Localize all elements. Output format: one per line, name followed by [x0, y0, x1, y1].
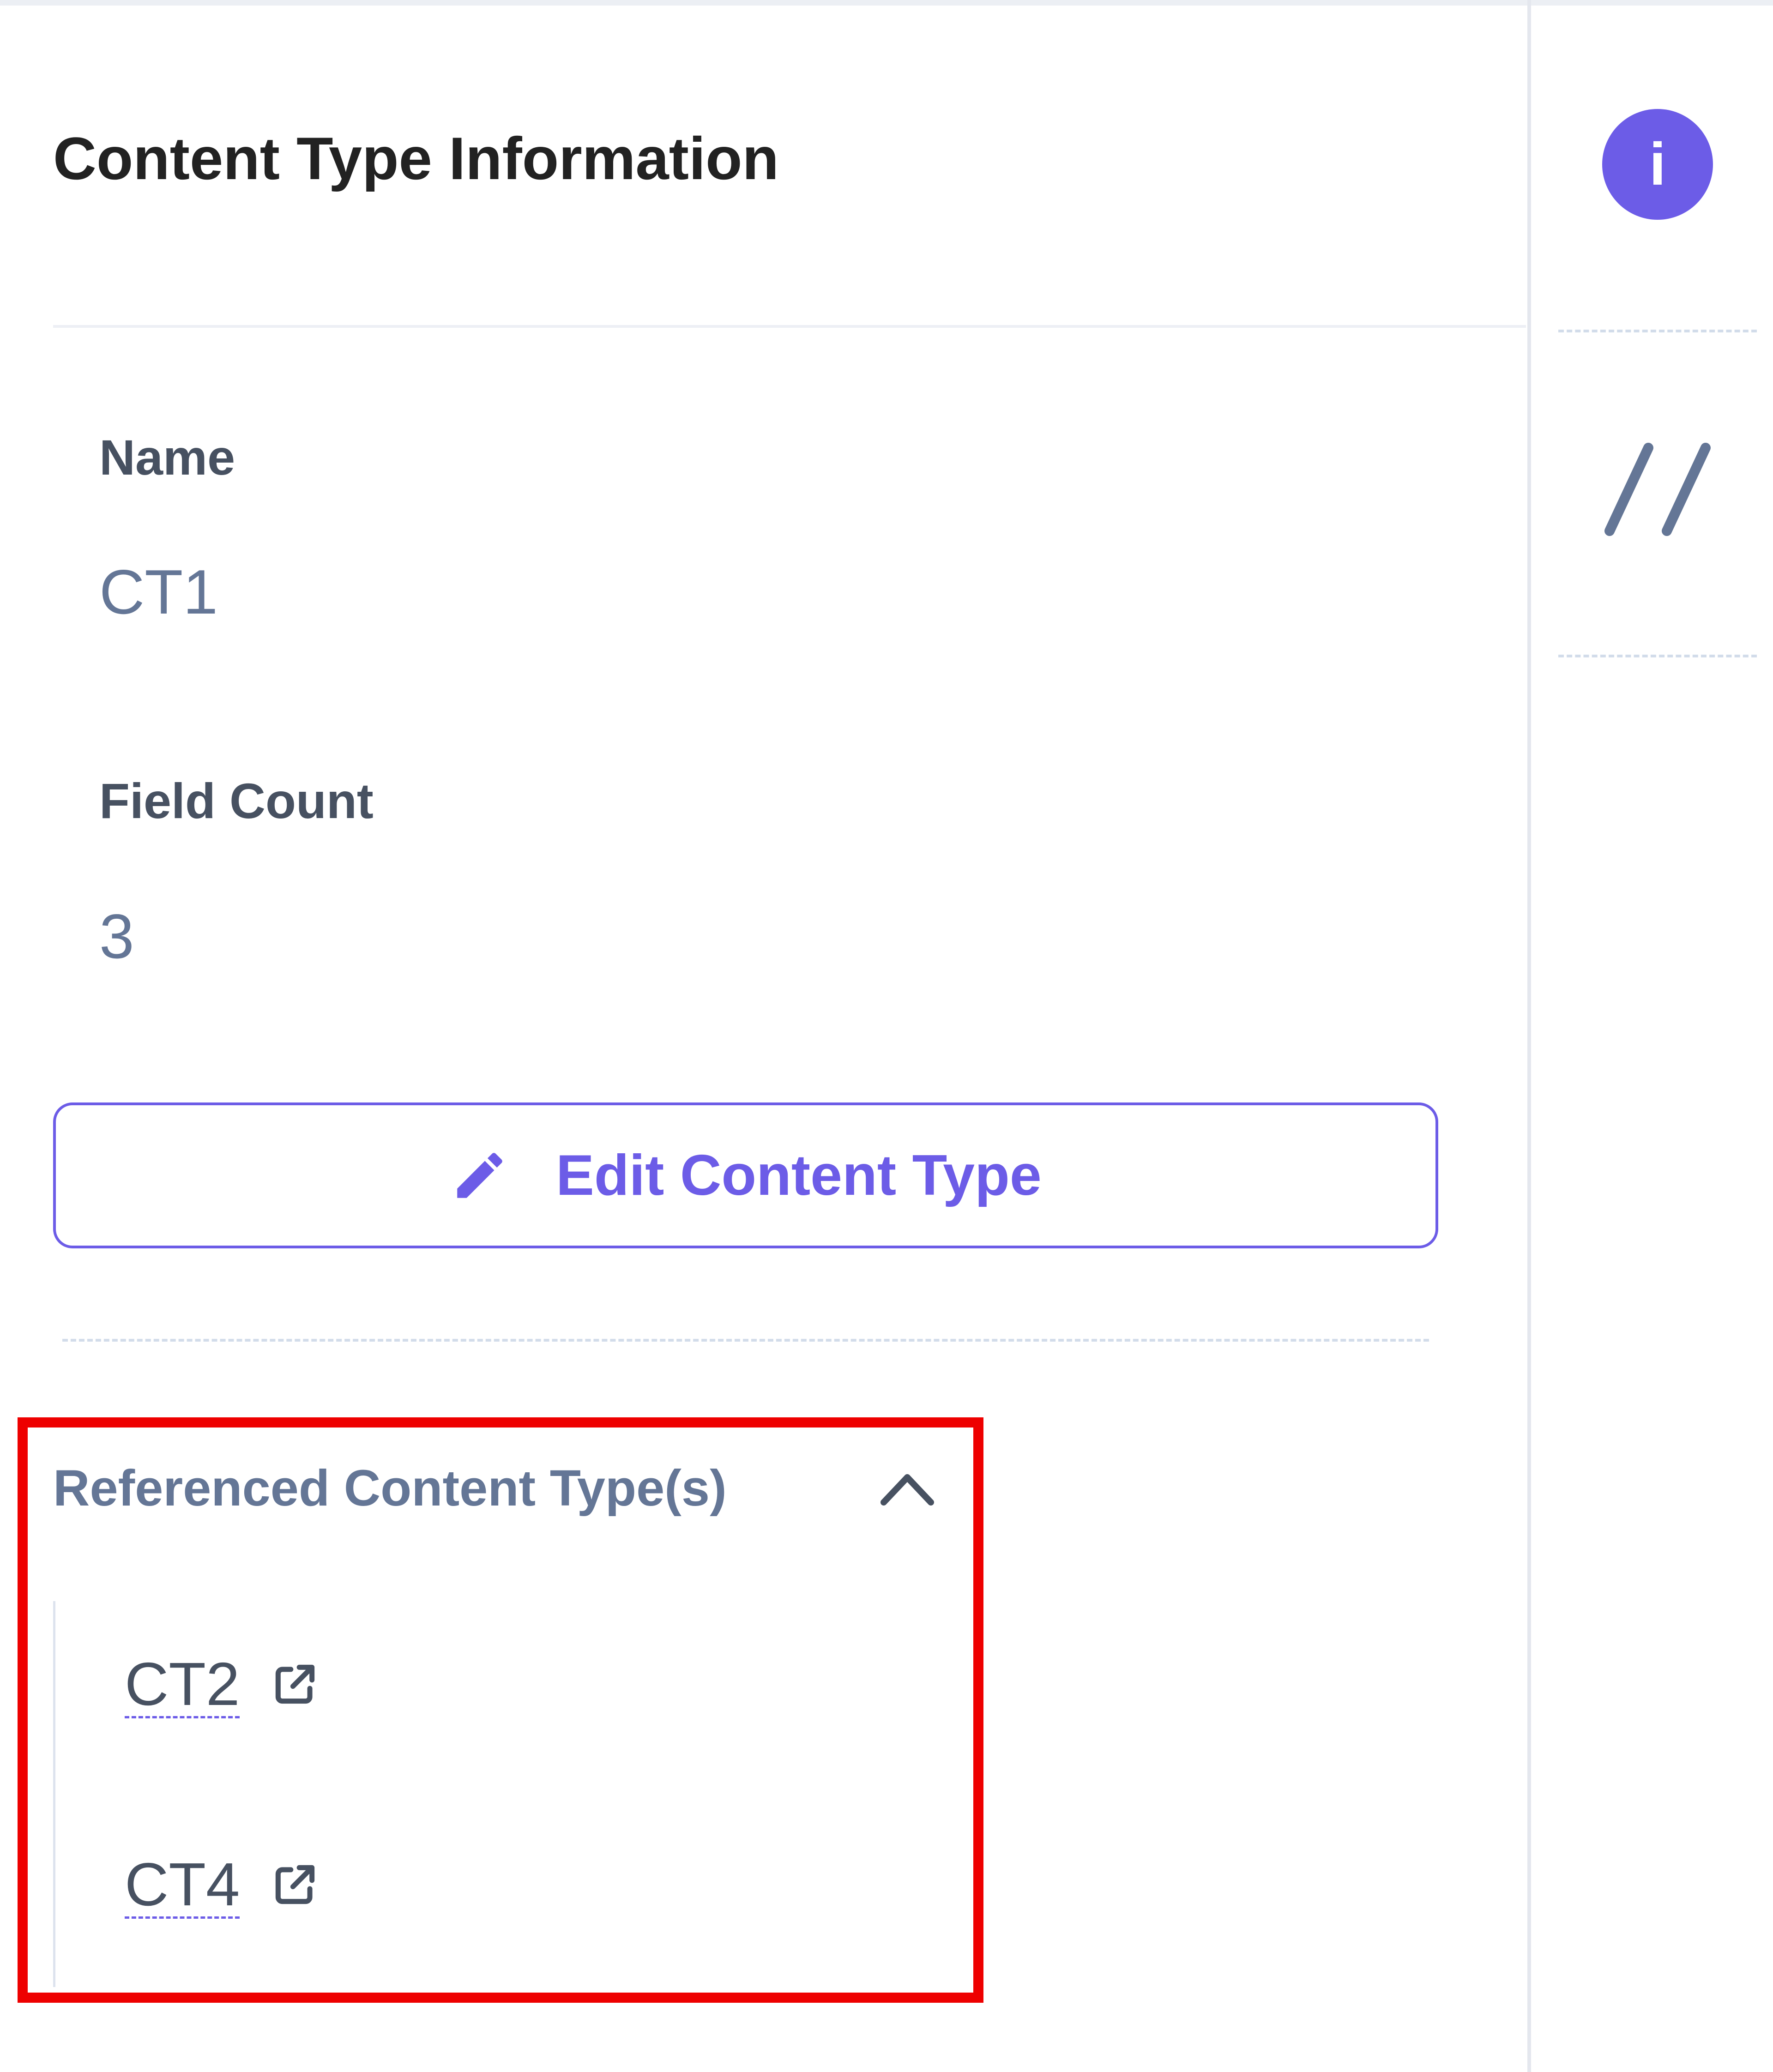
name-field-value: CT1 — [99, 557, 218, 627]
rail-divider — [1558, 330, 1757, 332]
rail-divider — [1558, 655, 1757, 657]
name-field-label: Name — [99, 429, 235, 485]
edit-content-type-button[interactable]: Edit Content Type — [53, 1102, 1438, 1248]
external-link-icon[interactable] — [270, 1859, 320, 1910]
referenced-item-label[interactable]: CT4 — [125, 1849, 240, 1919]
panel-title: Content Type Information — [53, 125, 779, 192]
pencil-icon — [450, 1145, 510, 1205]
header-divider — [53, 325, 1526, 328]
referenced-item-label[interactable]: CT2 — [125, 1649, 240, 1719]
edit-content-type-label: Edit Content Type — [556, 1144, 1042, 1207]
right-rail-divider — [1527, 0, 1531, 2072]
referenced-item-ct2[interactable]: CT2 — [125, 1649, 320, 1719]
chevron-up-icon[interactable] — [877, 1464, 937, 1514]
info-icon[interactable]: i — [1602, 109, 1713, 220]
info-glyph: i — [1649, 130, 1666, 198]
slash-slash-icon[interactable] — [1602, 439, 1713, 540]
referenced-item-ct4[interactable]: CT4 — [125, 1849, 320, 1919]
referenced-list-guide-line — [53, 1601, 55, 1987]
field-count-label: Field Count — [99, 773, 374, 829]
external-link-icon[interactable] — [270, 1659, 320, 1710]
content-type-info-panel: Content Type Information Name CT1 Field … — [0, 0, 1773, 2072]
referenced-content-types-header[interactable]: Referenced Content Type(s) — [53, 1459, 727, 1518]
field-count-value: 3 — [99, 901, 134, 971]
section-divider — [62, 1339, 1429, 1342]
top-border — [0, 0, 1773, 6]
